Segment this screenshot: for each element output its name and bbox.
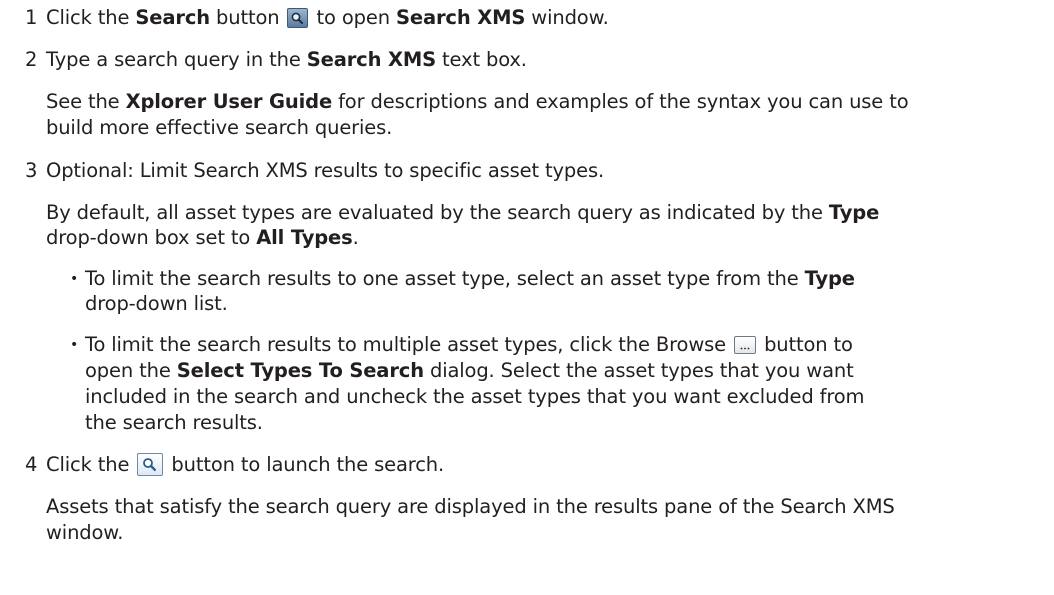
bullet-text: To limit the search results to one asset… xyxy=(85,267,855,291)
bold-term: Search xyxy=(135,6,210,29)
step-note-line: window. xyxy=(46,521,124,544)
step-note: By default, all asset types are evaluate… xyxy=(46,201,879,225)
text: Click the xyxy=(46,453,136,476)
text: text box. xyxy=(436,48,527,71)
bold-term: Search XMS xyxy=(306,48,436,71)
step-number: 4 xyxy=(25,453,38,476)
step-number: 1 xyxy=(25,6,38,29)
bullet-marker: • xyxy=(70,271,79,287)
bullet-text-line: drop-down list. xyxy=(85,292,228,315)
step-text: Click the Search button to open Search X… xyxy=(46,6,609,30)
step-note-line: drop-down box set to All Types. xyxy=(46,226,359,250)
text: to open xyxy=(310,6,396,29)
text: button to launch the search. xyxy=(165,453,445,476)
bullet-text-line: the search results. xyxy=(85,411,263,434)
step-note: See the Xplorer User Guide for descripti… xyxy=(46,90,909,114)
bold-term: Search XMS xyxy=(395,6,526,29)
step-note-line: build more effective search queries. xyxy=(46,116,393,139)
text: drop-down box set to xyxy=(46,226,257,249)
bullet-text: To limit the search results to multiple … xyxy=(85,333,853,357)
step-text: Click the button to launch the search. xyxy=(46,453,444,477)
dialog-name: Select Types To Search xyxy=(176,359,424,382)
bullet-marker: • xyxy=(70,337,79,353)
step-number: 3 xyxy=(25,159,38,182)
text: See the xyxy=(46,90,126,113)
bold-term: Type xyxy=(828,201,880,224)
text: To limit the search results to one asset… xyxy=(85,267,805,290)
text: window. xyxy=(525,6,609,29)
bold-term: Type xyxy=(804,267,855,290)
bold-term: All Types xyxy=(256,226,353,249)
text: . xyxy=(352,226,359,249)
guide-reference: Xplorer User Guide xyxy=(125,90,333,113)
text: for descriptions and examples of the syn… xyxy=(332,90,909,113)
step-text: Type a search query in the Search XMS te… xyxy=(46,48,527,72)
procedure-steps: 1 Click the Search button to open Search… xyxy=(0,0,1054,595)
search-icon xyxy=(137,453,164,476)
text: dialog. Select the asset types that you … xyxy=(423,359,854,382)
search-icon xyxy=(287,8,309,28)
step-text: Optional: Limit Search XMS results to sp… xyxy=(46,159,605,182)
text: Type a search query in the xyxy=(46,48,307,71)
text: By default, all asset types are evaluate… xyxy=(46,201,829,224)
step-note-line: Assets that satisfy the search query are… xyxy=(46,495,895,518)
browse-icon xyxy=(734,336,757,354)
text: To limit the search results to multiple … xyxy=(85,333,733,356)
text: button xyxy=(209,6,286,29)
bullet-text-line: included in the search and uncheck the a… xyxy=(85,385,865,408)
step-number: 2 xyxy=(25,48,38,71)
text: open the xyxy=(85,359,177,382)
bullet-text-line: open the Select Types To Search dialog. … xyxy=(85,359,854,383)
text: button to xyxy=(758,333,853,356)
text: Click the xyxy=(46,6,136,29)
